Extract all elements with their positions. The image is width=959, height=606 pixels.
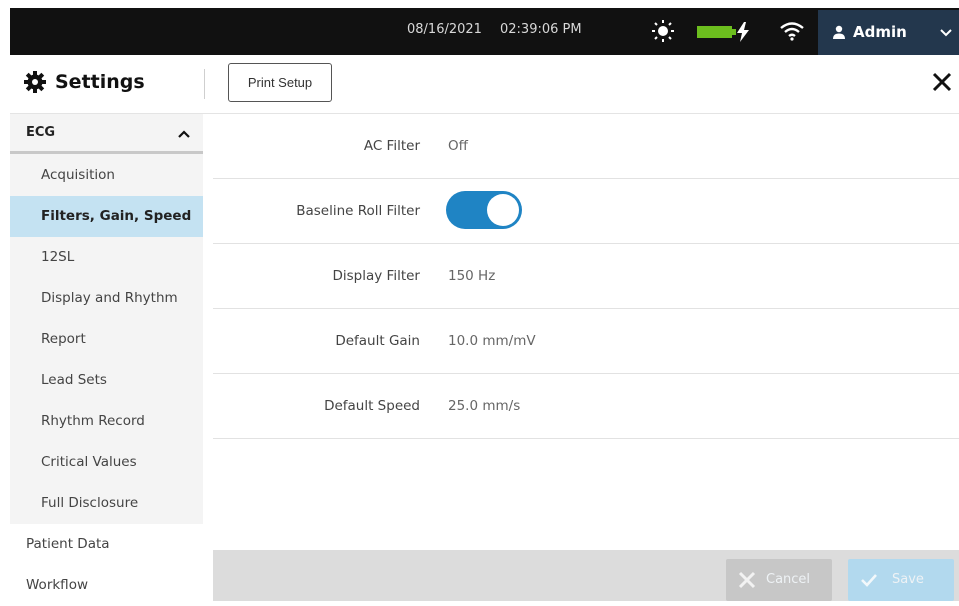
sidebar-item-filters-gain-speed[interactable]: Filters, Gain, Speed <box>10 196 203 237</box>
sidebar-item-report[interactable]: Report <box>10 319 203 360</box>
save-label: Save <box>892 572 924 587</box>
sidebar-item-label: Critical Values <box>41 454 137 470</box>
setting-label: Display Filter <box>332 268 421 284</box>
sidebar-item-critical-values[interactable]: Critical Values <box>10 442 203 483</box>
setting-row-default-speed[interactable]: Default Speed 25.0 mm/s <box>213 374 959 439</box>
sidebar-item-rhythm-record[interactable]: Rhythm Record <box>10 401 203 442</box>
brightness-icon[interactable] <box>652 20 674 42</box>
sidebar-item-label: Filters, Gain, Speed <box>41 208 192 224</box>
chevron-up-icon <box>178 130 190 138</box>
sidebar-item-label: Display and Rhythm <box>41 290 178 306</box>
setting-row-default-gain[interactable]: Default Gain 10.0 mm/mV <box>213 309 959 374</box>
setting-value[interactable]: 25.0 mm/s <box>448 398 520 414</box>
battery-icon <box>697 26 736 38</box>
sidebar-item-label: Full Disclosure <box>41 495 139 511</box>
sidebar-item-label: Rhythm Record <box>41 413 145 429</box>
header-divider <box>204 69 205 99</box>
time-display: 02:39:06 PM <box>500 22 582 37</box>
settings-header: Settings Print Setup <box>10 55 959 114</box>
settings-sidebar: ECG Acquisition Filters, Gain, Speed 12S… <box>10 114 203 606</box>
chevron-down-icon <box>940 29 952 37</box>
sidebar-group-ecg[interactable]: ECG <box>10 114 203 154</box>
setting-label: Default Gain <box>335 333 420 349</box>
sidebar-item-label: Workflow <box>26 577 88 593</box>
status-bar: 08/16/2021 02:39:06 PM Admin <box>10 8 959 55</box>
settings-panel: AC Filter Off Baseline Roll Filter Displ… <box>213 114 959 550</box>
user-icon <box>833 25 845 39</box>
user-menu-button[interactable]: Admin <box>818 10 959 55</box>
baseline-roll-filter-toggle[interactable] <box>446 191 522 229</box>
sidebar-item-label: Report <box>41 331 86 347</box>
date-display: 08/16/2021 <box>407 22 482 37</box>
gear-icon <box>24 71 46 93</box>
setting-label: AC Filter <box>363 138 420 154</box>
sidebar-group-label: ECG <box>26 125 56 140</box>
action-footer: Cancel Save <box>213 550 959 601</box>
setting-row-display-filter[interactable]: Display Filter 150 Hz <box>213 244 959 309</box>
sidebar-item-label: Acquisition <box>41 167 115 183</box>
sidebar-item-workflow[interactable]: Workflow <box>10 565 203 606</box>
close-icon <box>738 571 756 589</box>
setting-label: Baseline Roll Filter <box>296 203 420 219</box>
close-icon[interactable] <box>931 71 953 93</box>
setting-value[interactable]: Off <box>448 138 468 154</box>
sidebar-item-acquisition[interactable]: Acquisition <box>10 155 203 196</box>
setting-row-baseline-roll-filter: Baseline Roll Filter <box>213 179 959 244</box>
cancel-button[interactable]: Cancel <box>726 559 832 601</box>
sidebar-item-patient-data[interactable]: Patient Data <box>10 524 203 565</box>
checkmark-icon <box>861 574 877 587</box>
setting-row-ac-filter[interactable]: AC Filter Off <box>213 114 959 179</box>
wifi-icon[interactable] <box>780 21 804 41</box>
toggle-knob <box>487 194 519 226</box>
setting-value[interactable]: 10.0 mm/mV <box>448 333 536 349</box>
setting-value[interactable]: 150 Hz <box>448 268 495 284</box>
sidebar-item-lead-sets[interactable]: Lead Sets <box>10 360 203 401</box>
sidebar-item-display-and-rhythm[interactable]: Display and Rhythm <box>10 278 203 319</box>
charging-icon <box>737 22 749 42</box>
page-title: Settings <box>55 71 145 93</box>
sidebar-item-full-disclosure[interactable]: Full Disclosure <box>10 483 203 524</box>
sidebar-item-12sl[interactable]: 12SL <box>10 237 203 278</box>
sidebar-item-label: 12SL <box>41 249 75 265</box>
user-name: Admin <box>853 23 907 41</box>
setting-label: Default Speed <box>324 398 420 414</box>
sidebar-item-label: Patient Data <box>26 536 110 552</box>
cancel-label: Cancel <box>766 572 811 587</box>
sidebar-item-label: Lead Sets <box>41 372 107 388</box>
print-setup-button[interactable]: Print Setup <box>228 63 332 102</box>
save-button[interactable]: Save <box>848 559 954 601</box>
